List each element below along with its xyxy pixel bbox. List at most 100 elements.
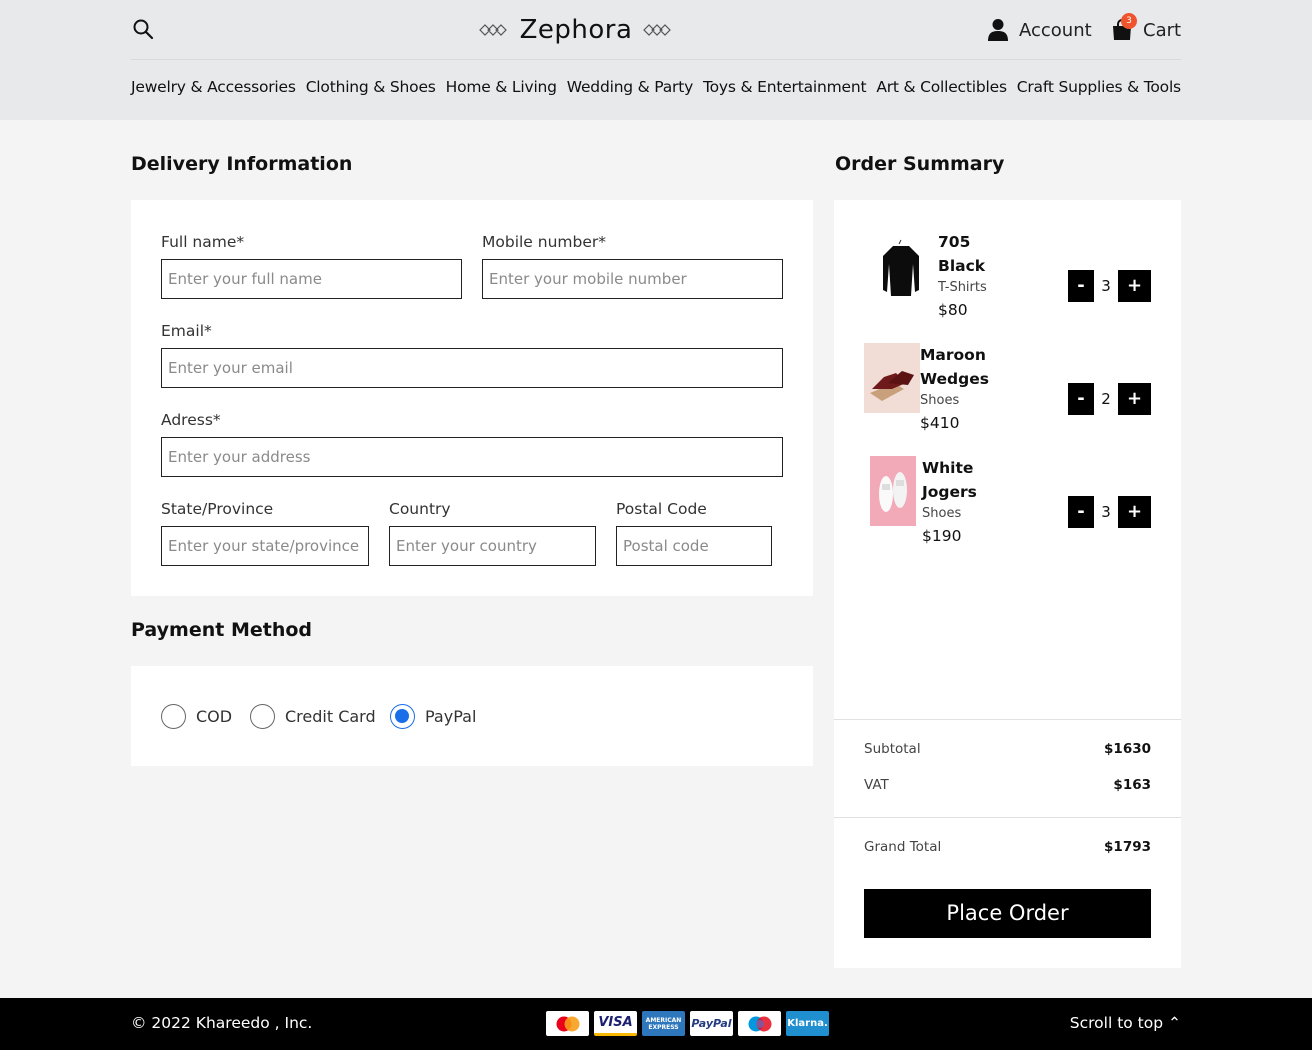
brand-name: Zephora [519, 15, 633, 45]
item-category: T-Shirts [938, 280, 987, 295]
item-category: Shoes [922, 506, 962, 521]
delivery-form-card: Full name* Mobile number* Email* Adress*… [131, 200, 813, 596]
quantity-value: 3 [1101, 503, 1111, 521]
maroon-wedges-thumbnail [864, 343, 920, 413]
email-input[interactable] [161, 348, 783, 388]
postal-code-input[interactable] [616, 526, 772, 566]
full-name-label: Full name* [161, 233, 245, 251]
category-nav: Jewelry & Accessories Clothing & Shoes H… [131, 78, 1181, 102]
payment-option-cod[interactable]: COD [161, 704, 232, 729]
mobile-input[interactable] [482, 259, 783, 299]
payment-option-credit-card[interactable]: Credit Card [250, 704, 376, 729]
account-label: Account [1019, 19, 1092, 41]
user-icon [988, 19, 1008, 41]
payment-title: Payment Method [131, 619, 313, 641]
brand-logo[interactable]: Zephora [476, 12, 676, 48]
nav-item-clothing[interactable]: Clothing & Shoes [306, 78, 436, 102]
nav-item-home[interactable]: Home & Living [446, 78, 557, 102]
full-name-input[interactable] [161, 259, 462, 299]
account-link[interactable]: Account [987, 16, 1092, 44]
quantity-stepper: - 2 + [1068, 383, 1151, 415]
summary-divider [834, 719, 1181, 720]
nav-item-art[interactable]: Art & Collectibles [876, 78, 1007, 102]
nav-item-toys[interactable]: Toys & Entertainment [703, 78, 867, 102]
payment-card: COD Credit Card PayPal [131, 666, 813, 766]
subtotal-label: Subtotal [864, 741, 921, 757]
increase-qty-button[interactable]: + [1118, 383, 1151, 415]
vat-label: VAT [864, 777, 889, 793]
header-top-bar: Zephora Account 3 Cart [131, 0, 1181, 60]
quantity-value: 3 [1101, 277, 1111, 295]
item-name-line1: White [922, 459, 974, 477]
item-name-line1: 705 [938, 233, 971, 251]
cart-count-badge: 3 [1121, 13, 1137, 29]
increase-qty-button[interactable]: + [1118, 496, 1151, 528]
decrease-qty-button[interactable]: - [1068, 496, 1094, 528]
cart-label: Cart [1143, 19, 1182, 41]
item-name-line2: Wedges [920, 370, 989, 388]
increase-qty-button[interactable]: + [1118, 270, 1151, 302]
paypal-label: PayPal [425, 707, 477, 726]
summary-divider [834, 817, 1181, 818]
cart-icon-wrapper: 3 [1111, 13, 1137, 42]
item-price: $190 [922, 527, 962, 545]
address-label: Adress* [161, 411, 221, 429]
amex-icon: AMERICAN EXPRESS [642, 1011, 685, 1036]
cart-item: Maroon Wedges Shoes $410 - 2 + [863, 343, 1151, 439]
order-summary-card: 705 Black T-Shirts $80 - 3 + Maroon Wedg… [834, 200, 1181, 968]
paypal-icon: PayPal [690, 1011, 733, 1036]
mastercard-icon [546, 1011, 589, 1036]
cart-item: 705 Black T-Shirts $80 - 3 + [863, 230, 1151, 326]
scroll-to-top-link[interactable]: Scroll to top ⌃ [1070, 1014, 1181, 1032]
payment-option-paypal[interactable]: PayPal [390, 704, 476, 729]
black-tshirt-thumbnail [873, 234, 929, 304]
payment-icons: VISA AMERICAN EXPRESS PayPal Klarna. [546, 1011, 829, 1036]
nav-item-jewelry[interactable]: Jewelry & Accessories [131, 78, 296, 102]
order-summary-title: Order Summary [835, 153, 1005, 175]
cod-radio[interactable] [161, 704, 186, 729]
item-name-line2: Jogers [922, 483, 977, 501]
site-header: Zephora Account 3 Cart Jewelry & Accesso… [0, 0, 1312, 120]
quantity-value: 2 [1101, 390, 1111, 408]
cart-link[interactable]: 3 Cart [1111, 13, 1182, 44]
visa-icon: VISA [594, 1011, 637, 1036]
postal-code-label: Postal Code [616, 500, 707, 518]
country-label: Country [389, 500, 451, 518]
email-label: Email* [161, 322, 212, 340]
site-footer: © 2022 Khareedo , Inc. VISA AMERICAN EXP… [0, 998, 1312, 1050]
nav-item-wedding[interactable]: Wedding & Party [567, 78, 694, 102]
paypal-radio[interactable] [390, 704, 415, 729]
cod-label: COD [196, 707, 233, 726]
state-label: State/Province [161, 500, 274, 518]
item-price: $410 [920, 414, 960, 432]
place-order-button[interactable]: Place Order [864, 889, 1151, 938]
item-price: $80 [938, 301, 968, 319]
state-input[interactable] [161, 526, 369, 566]
klarna-icon: Klarna. [786, 1011, 829, 1036]
decrease-qty-button[interactable]: - [1068, 383, 1094, 415]
mobile-label: Mobile number* [482, 233, 607, 251]
delivery-title: Delivery Information [131, 153, 353, 175]
address-input[interactable] [161, 437, 783, 477]
item-name-line2: Black [938, 257, 986, 275]
copyright-text: © 2022 Khareedo , Inc. [131, 1014, 313, 1032]
grand-total-value: $1793 [1104, 839, 1151, 855]
country-input[interactable] [389, 526, 596, 566]
white-joggers-thumbnail [870, 456, 916, 526]
quantity-stepper: - 3 + [1068, 496, 1151, 528]
credit-card-radio[interactable] [250, 704, 275, 729]
subtotal-value: $1630 [1104, 741, 1151, 757]
vat-value: $163 [1113, 777, 1151, 793]
credit-card-label: Credit Card [285, 707, 376, 726]
maestro-icon [738, 1011, 781, 1036]
logo-ornament-left-icon [478, 24, 507, 36]
item-category: Shoes [920, 393, 960, 408]
item-name-line1: Maroon [920, 346, 986, 364]
grand-total-label: Grand Total [864, 839, 942, 855]
cart-item: White Jogers Shoes $190 - 3 + [863, 456, 1151, 552]
decrease-qty-button[interactable]: - [1068, 270, 1094, 302]
logo-ornament-right-icon [643, 24, 672, 36]
quantity-stepper: - 3 + [1068, 270, 1151, 302]
nav-item-craft[interactable]: Craft Supplies & Tools [1017, 78, 1181, 102]
search-icon[interactable] [131, 17, 155, 41]
